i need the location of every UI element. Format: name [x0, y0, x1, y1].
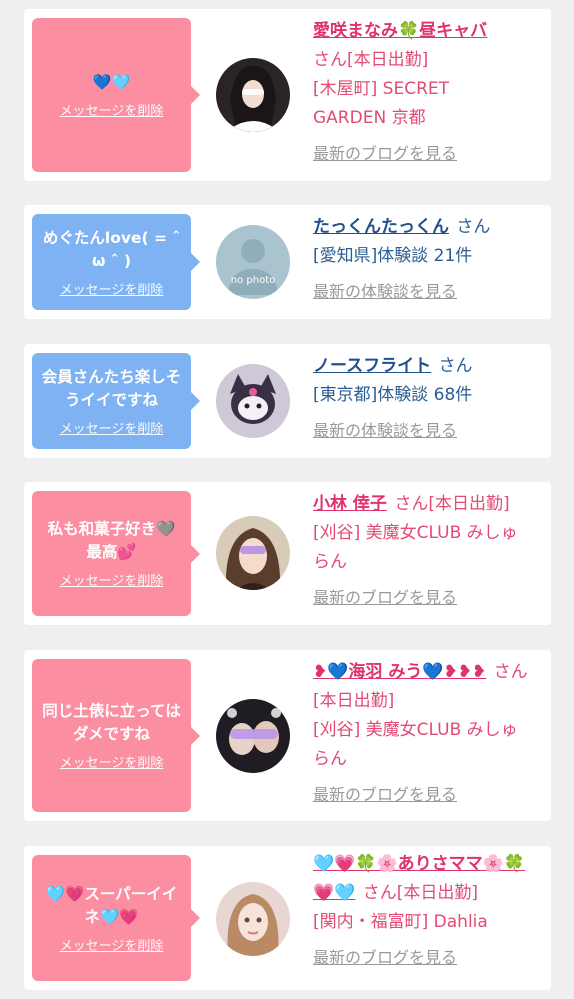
delete-message-link[interactable]: メッセージを削除	[60, 570, 164, 589]
message-text: 同じ土俵に立ってはダメですね	[42, 702, 181, 743]
profile-detail: [刈谷] 美魔女CLUB みしゅ	[313, 523, 518, 543]
profile-suffix: さん	[456, 217, 491, 237]
latest-blog-link[interactable]: 最新のブログを見る	[313, 139, 545, 168]
profile-suffix: さん[本日出勤]	[394, 494, 510, 514]
profile-info: 小林 倖子 さん[本日出勤] [刈谷] 美魔女CLUB みしゅ らん 最新のブロ…	[313, 490, 545, 612]
message-bubble: 私も和菓子好き🩶最高💕 メッセージを削除	[32, 491, 200, 616]
avatar[interactable]: no photo	[216, 225, 290, 299]
latest-blog-link[interactable]: 最新のブログを見る	[313, 583, 545, 612]
delete-message-link[interactable]: メッセージを削除	[60, 935, 164, 954]
profile-detail: らん	[313, 749, 347, 769]
no-photo-label: no photo	[231, 275, 275, 286]
message-text: 会員さんたち楽しそうイイですね	[41, 367, 182, 409]
delete-message-link[interactable]: メッセージを削除	[60, 100, 164, 119]
message-text: 💙🩵	[92, 73, 131, 91]
message-card: 私も和菓子好き🩶最高💕 メッセージを削除 小林 倖子 さん[本日出勤] [刈谷]…	[24, 482, 551, 625]
avatar[interactable]	[216, 58, 290, 132]
delete-message-link[interactable]: メッセージを削除	[60, 279, 164, 298]
delete-message-link[interactable]: メッセージを削除	[60, 752, 164, 771]
message-bubble: 同じ土俵に立ってはダメですね メッセージを削除	[32, 659, 200, 812]
profile-info: ❥💙海羽 みう💙❥❥❥ さん[本日出勤] [刈谷] 美魔女CLUB みしゅ らん…	[313, 658, 545, 809]
profile-name-link[interactable]: ノースフライト	[313, 356, 431, 376]
message-text: 🩵💗スーパーイイネ🩵💗	[45, 884, 178, 926]
profile-name-link[interactable]: 小林 倖子	[313, 494, 387, 514]
message-text: めぐたんlove( = ˆ ω ˆ )	[42, 228, 181, 270]
avatar[interactable]	[216, 516, 290, 590]
message-card: 同じ土俵に立ってはダメですね メッセージを削除 ❥💙海羽 みう💙❥❥❥ さん[本…	[24, 650, 551, 821]
profile-detail: [木屋町] SECRET	[313, 79, 450, 99]
profile-name-link[interactable]: 愛咲まなみ🍀昼キャバ	[313, 21, 487, 41]
avatar[interactable]	[216, 364, 290, 438]
profile-info: ノースフライト さん [東京都]体験談 68件 最新の体験談を見る	[313, 352, 545, 445]
latest-review-link[interactable]: 最新の体験談を見る	[313, 416, 545, 445]
latest-blog-link[interactable]: 最新のブログを見る	[313, 780, 545, 809]
profile-detail: GARDEN 京都	[313, 108, 426, 128]
avatar[interactable]	[216, 882, 290, 956]
profile-info: 愛咲まなみ🍀昼キャバ さん[本日出勤] [木屋町] SECRET GARDEN …	[313, 17, 545, 168]
profile-name-link[interactable]: ❥💙海羽 みう💙❥❥❥	[313, 662, 486, 682]
message-text: 私も和菓子好き🩶最高💕	[47, 520, 176, 561]
profile-info: たっくんたっくん さん [愛知県]体験談 21件 最新の体験談を見る	[313, 213, 545, 306]
profile-detail: [刈谷] 美魔女CLUB みしゅ	[313, 720, 518, 740]
message-card: 💙🩵 メッセージを削除 愛咲まなみ🍀昼キャバ さん[本日出勤] [木屋町] SE…	[24, 9, 551, 181]
message-bubble: 会員さんたち楽しそうイイですね メッセージを削除	[32, 353, 200, 449]
profile-name-link[interactable]: たっくんたっくん	[313, 217, 449, 237]
avatar[interactable]	[216, 699, 290, 773]
latest-blog-link[interactable]: 最新のブログを見る	[313, 943, 545, 972]
message-bubble: 🩵💗スーパーイイネ🩵💗 メッセージを削除	[32, 855, 200, 981]
profile-detail: [東京都]体験談 68件	[313, 385, 473, 405]
message-card: めぐたんlove( = ˆ ω ˆ ) メッセージを削除 no photo たっ…	[24, 205, 551, 319]
message-card: 🩵💗スーパーイイネ🩵💗 メッセージを削除 🩵💗🍀🌸ありさママ🌸🍀💗🩵 さん[本日…	[24, 846, 551, 990]
profile-detail: [関内・福富町] Dahlia	[313, 912, 488, 932]
message-card: 会員さんたち楽しそうイイですね メッセージを削除 ノースフライト さん [東京都…	[24, 344, 551, 458]
profile-info: 🩵💗🍀🌸ありさママ🌸🍀💗🩵 さん[本日出勤] [関内・福富町] Dahlia 最…	[313, 850, 545, 972]
message-bubble: めぐたんlove( = ˆ ω ˆ ) メッセージを削除	[32, 214, 200, 310]
latest-review-link[interactable]: 最新の体験談を見る	[313, 277, 545, 306]
profile-suffix: さん	[438, 356, 473, 376]
profile-detail: [愛知県]体験談 21件	[313, 246, 473, 266]
message-bubble: 💙🩵 メッセージを削除	[32, 18, 200, 172]
profile-suffix: さん[本日出勤]	[362, 883, 479, 903]
profile-detail: らん	[313, 552, 347, 572]
profile-suffix: さん[本日出勤]	[313, 50, 429, 70]
delete-message-link[interactable]: メッセージを削除	[60, 418, 164, 437]
